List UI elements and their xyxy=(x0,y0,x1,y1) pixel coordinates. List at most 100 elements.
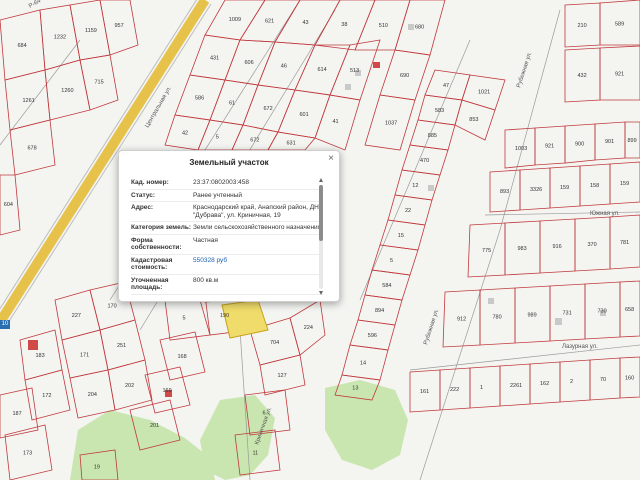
parcel-number-label: 781 xyxy=(620,240,629,246)
parcel-number-label: 183 xyxy=(36,353,45,359)
parcel-number-label: 894 xyxy=(375,308,384,314)
parcel-number-label: 70 xyxy=(600,377,606,383)
popup-field-row: РазрешенноеДля садоводства и огородничес… xyxy=(131,295,323,296)
popup-scrollbar[interactable] xyxy=(319,185,323,289)
parcel-number-label: 589 xyxy=(615,21,624,27)
parcel-number-label: 222 xyxy=(450,387,459,393)
parcel-number-label: 672 xyxy=(264,106,273,112)
parcel-number-label: 5 xyxy=(216,134,219,140)
parcel-number-label: 204 xyxy=(88,392,97,398)
parcel-number-label: 5 xyxy=(390,258,393,264)
parcel-number-label: 202 xyxy=(125,383,134,389)
parcel-number-label: 61 xyxy=(229,101,235,107)
parcel-number-label: 690 xyxy=(400,73,409,79)
popup-field-value: Краснодарский край, Анапский район, ДНТ … xyxy=(193,204,323,219)
parcel-number-label: 780 xyxy=(493,315,502,321)
popup-field-key: Уточненная площадь: xyxy=(131,276,169,292)
parcel-number-label: 583 xyxy=(435,108,444,114)
parcel-number-label: 46 xyxy=(281,64,287,70)
parcel-number-label: 14 xyxy=(360,361,366,367)
popup-field-value-link[interactable]: 550328 руб xyxy=(193,257,323,272)
parcel-number-label: 19 xyxy=(94,464,100,470)
parcel-number-label: 1009 xyxy=(229,17,241,23)
parcel-number-label: 584 xyxy=(382,283,391,289)
parcel-number-label: 224 xyxy=(304,325,313,331)
scroll-up-arrow-icon[interactable] xyxy=(319,178,323,182)
popup-field-value: Ранее учтенный xyxy=(193,191,242,199)
map-edge-badge: 10 xyxy=(0,320,10,329)
parcel-number-label: 893 xyxy=(500,189,509,195)
popup-body[interactable]: Кад. номер: 23:37:0802003:458 Статус: Ранее… xyxy=(131,177,323,295)
parcel-number-label: 210 xyxy=(578,23,587,29)
parcel-number-label: 162 xyxy=(540,381,549,387)
parcel-number-label: 170 xyxy=(108,304,117,310)
parcel-number-label: 43 xyxy=(303,20,309,26)
parcel-number-label: 1260 xyxy=(61,88,73,94)
popup-scrollbar-thumb[interactable] xyxy=(319,185,323,241)
parcel-number-label: 1159 xyxy=(85,28,97,34)
parcel-number-label: 658 xyxy=(625,307,634,313)
parcel-number-label: 901 xyxy=(605,139,614,145)
parcel-number-label: 921 xyxy=(545,144,554,150)
parcel-number-label: 596 xyxy=(368,333,377,339)
parcel-number-label: 1 xyxy=(480,385,483,391)
parcel-number-label: 160 xyxy=(625,376,634,382)
popup-field-row: Статус: Ранее учтенный xyxy=(131,190,323,202)
popup-field-value: 800 кв.м xyxy=(193,276,219,284)
parcel-number-label: 510 xyxy=(379,23,388,29)
parcel-number-label: 731 xyxy=(563,311,572,317)
parcel-number-label: 983 xyxy=(518,246,527,252)
popup-field-value: Частная xyxy=(193,236,218,244)
parcel-number-label: 22 xyxy=(405,208,411,214)
parcel-number-label: 41 xyxy=(333,119,339,125)
parcel-number-label: 1261 xyxy=(23,98,35,104)
popup-field-row: Форма собственности: Частная xyxy=(131,235,323,255)
parcel-number-label: 672 xyxy=(250,137,259,143)
parcel-number-label: 586 xyxy=(195,96,204,102)
parcel-number-label: 187 xyxy=(13,411,22,417)
parcel-number-label: 251 xyxy=(117,343,126,349)
parcel-number-label: 47 xyxy=(443,83,449,89)
parcel-number-label: 169 xyxy=(163,388,172,394)
popup-field-key: Кадастровая стоимость: xyxy=(131,256,173,272)
parcel-number-label: 370 xyxy=(588,242,597,248)
popup-field-row: Кад. номер: 23:37:0802003:458 xyxy=(131,177,323,190)
parcel-number-label: 775 xyxy=(482,248,491,254)
popup-field-key: Статус: xyxy=(131,191,156,199)
popup-field-row: Кадастровая стоимость: 550328 руб xyxy=(131,255,323,275)
parcel-number-label: 606 xyxy=(245,60,254,66)
parcel-number-label: 3326 xyxy=(530,187,542,193)
parcel-number-label: 11 xyxy=(253,451,259,457)
parcel-number-label: 12 xyxy=(412,183,418,189)
parcel-number-label: 2 xyxy=(570,379,573,385)
parcel-number-label: 680 xyxy=(415,24,424,30)
parcel-number-label: 989 xyxy=(528,313,537,319)
parcel-number-label: 513 xyxy=(350,68,359,74)
parcel-info-popup[interactable]: Земельный участок × Кад. номер: 23:37:080… xyxy=(118,150,340,302)
popup-field-key: Категория земель: xyxy=(131,224,192,231)
parcel-number-label: 168 xyxy=(178,354,187,360)
parcel-number-label: 159 xyxy=(620,181,629,187)
popup-field-row: Уточненная площадь: 800 кв.м xyxy=(131,275,323,295)
parcel-number-label: 684 xyxy=(18,43,27,49)
parcel-number-label: 172 xyxy=(42,393,51,399)
popup-field-key: Форма собственности: xyxy=(131,236,182,252)
parcel-number-label: 15 xyxy=(398,233,404,239)
parcel-number-label: 912 xyxy=(457,317,466,323)
parcel-number-label: 601 xyxy=(300,112,309,118)
parcel-number-label: 171 xyxy=(80,353,89,359)
popup-field-key: Кад. номер: xyxy=(131,179,169,186)
parcel-number-label: 614 xyxy=(318,67,327,73)
street-label-uzhnaya: Южная ул. xyxy=(590,211,620,217)
parcel-number-label: 900 xyxy=(575,141,584,147)
popup-field-row: Адрес: Краснодарский край, Анапский район… xyxy=(131,202,323,222)
parcel-number-label: 42 xyxy=(182,131,188,137)
close-icon[interactable]: × xyxy=(328,154,334,164)
street-label-lazurnaya: Лазурная ул. xyxy=(562,344,598,350)
scroll-down-arrow-icon[interactable] xyxy=(319,291,323,295)
parcel-number-label: 190 xyxy=(220,313,229,319)
popup-title: Земельный участок xyxy=(189,158,269,167)
parcel-number-label: 161 xyxy=(420,389,429,395)
parcel-number-label: 432 xyxy=(578,73,587,79)
parcel-number-label: 127 xyxy=(278,373,287,379)
